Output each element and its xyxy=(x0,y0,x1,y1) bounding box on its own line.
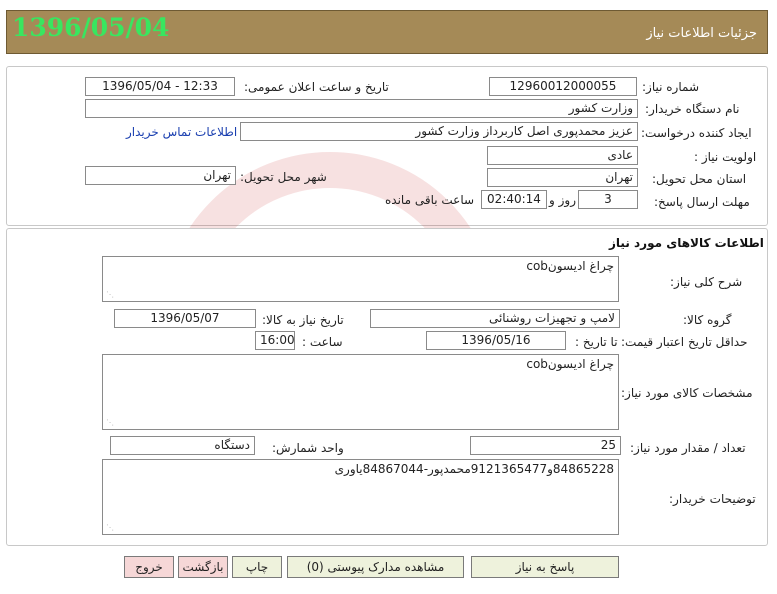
province-field: تهران xyxy=(487,168,638,187)
quantity-label: تعداد / مقدار مورد نیاز: xyxy=(630,441,746,455)
announce-label: تاریخ و ساعت اعلان عمومی: xyxy=(244,80,389,94)
remaining-label: ساعت باقی مانده xyxy=(385,193,475,207)
buyer-notes-textarea: 84865228و9121365477محمدپور-84867044یاوری… xyxy=(102,459,619,535)
header-date: 1396/05/04 xyxy=(12,13,170,42)
until-date-label: تا تاریخ : xyxy=(575,335,618,349)
buyer-notes-text: 84865228و9121365477محمدپور-84867044یاوری xyxy=(334,462,614,476)
province-label: استان محل تحویل: xyxy=(652,172,747,186)
days-and-label: روز و xyxy=(549,193,576,207)
priority-label: اولویت نیاز : xyxy=(694,150,757,164)
buyer-org-field: وزارت کشور xyxy=(85,99,638,118)
exit-button[interactable]: خروج xyxy=(124,556,174,578)
unit-label: واحد شمارش: xyxy=(272,441,344,455)
page-title: جزئیات اطلاعات نیاز xyxy=(646,26,757,41)
deadline-label: مهلت ارسال پاسخ: xyxy=(654,195,750,209)
group-field: لامپ و تجهیزات روشنائی xyxy=(370,309,620,328)
city-field: تهران xyxy=(85,166,236,185)
buyer-notes-label: توضیحات خریدار: xyxy=(669,492,756,506)
reply-button[interactable]: پاسخ به نیاز xyxy=(471,556,619,578)
view-attachments-button[interactable]: مشاهده مدارک پیوستی (0) xyxy=(287,556,464,578)
specs-textarea: چراغ ادیسونcob ⋰ xyxy=(102,354,619,430)
priority-field: عادی xyxy=(487,146,638,165)
quantity-field: 25 xyxy=(470,436,621,455)
until-date-field: 1396/05/16 xyxy=(426,331,566,350)
price-validity-label: حداقل تاریخ اعتبار قیمت: xyxy=(621,335,748,349)
resize-grip-icon: ⋰ xyxy=(106,523,114,532)
summary-label: شرح کلی نیاز: xyxy=(670,275,743,289)
summary-text: چراغ ادیسونcob xyxy=(526,259,614,273)
deadline-time-field: 02:40:14 xyxy=(481,190,547,209)
unit-field: دستگاه xyxy=(110,436,255,455)
deadline-days-field: 3 xyxy=(578,190,638,209)
need-number-field: 12960012000055 xyxy=(489,77,637,96)
resize-grip-icon: ⋰ xyxy=(106,290,114,299)
buyer-org-label: نام دستگاه خریدار: xyxy=(645,102,740,116)
need-date-field: 1396/05/07 xyxy=(114,309,256,328)
city-label: شهر محل تحویل: xyxy=(240,170,327,184)
need-date-label: تاریخ نیاز به کالا: xyxy=(262,313,344,327)
goods-section-title: اطلاعات کالاهای مورد نیاز xyxy=(609,236,764,250)
need-number-label: شماره نیاز: xyxy=(642,80,699,94)
specs-label: مشخصات کالای مورد نیاز: xyxy=(621,386,753,400)
print-button[interactable]: چاپ xyxy=(232,556,282,578)
buyer-contact-link[interactable]: اطلاعات تماس خریدار xyxy=(126,125,237,139)
summary-textarea: چراغ ادیسونcob ⋰ xyxy=(102,256,619,302)
hour-label: ساعت : xyxy=(302,335,343,349)
announce-datetime-field: 1396/05/04 - 12:33 xyxy=(85,77,235,96)
group-label: گروه کالا: xyxy=(683,313,732,327)
hour-field: 16:00 xyxy=(255,331,295,350)
specs-text: چراغ ادیسونcob xyxy=(526,357,614,371)
creator-label: ایجاد کننده درخواست: xyxy=(641,126,752,140)
creator-field: عزیز محمدپوری اصل کاربرداز وزارت کشور xyxy=(240,122,638,141)
back-button[interactable]: بازگشت xyxy=(178,556,228,578)
resize-grip-icon: ⋰ xyxy=(106,418,114,427)
